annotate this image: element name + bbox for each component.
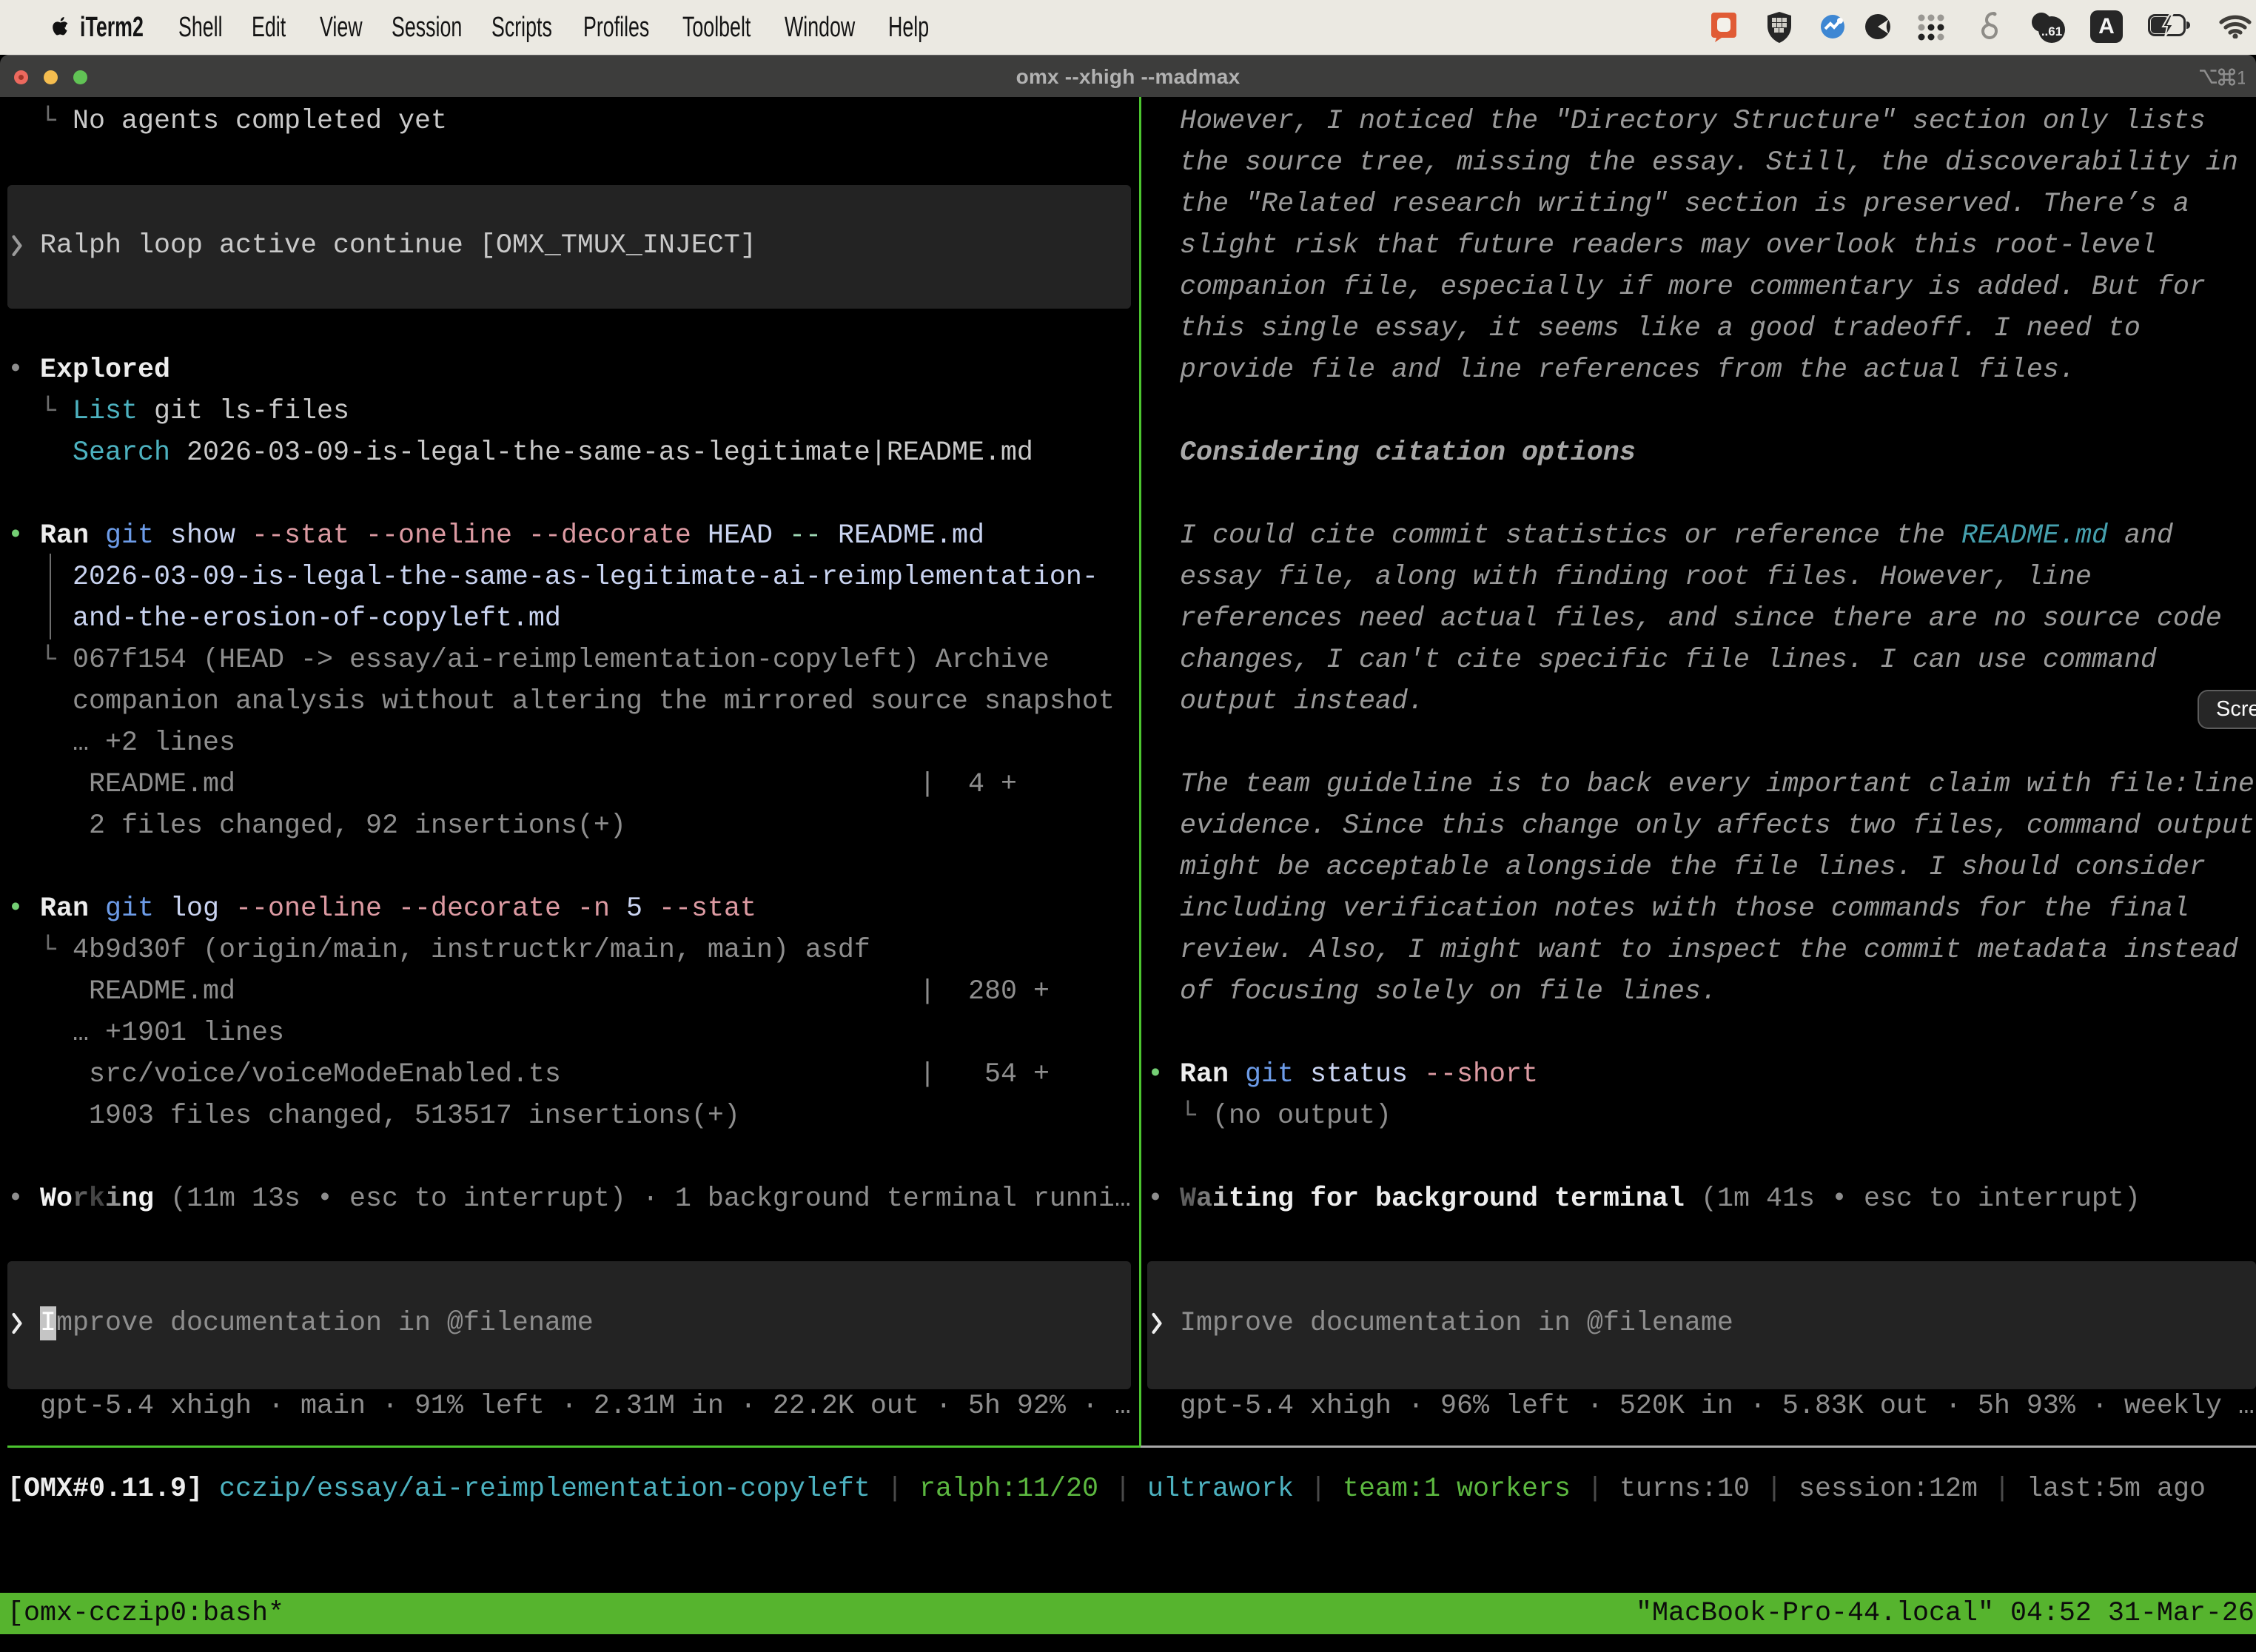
svg-text:1: 1: [2237, 68, 2245, 86]
svg-text:..61: ..61: [2041, 24, 2062, 38]
